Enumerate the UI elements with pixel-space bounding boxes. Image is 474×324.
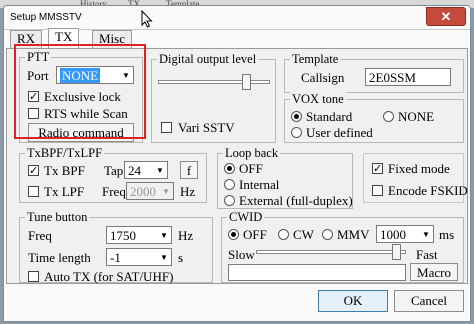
cwid-speed-select[interactable]: 1000 ▼ — [376, 225, 434, 243]
chevron-down-icon: ▼ — [157, 249, 171, 265]
close-icon: ✕ — [440, 9, 452, 24]
tx-bpf-checkbox[interactable]: ✓ — [28, 165, 39, 176]
cwid-cw-label: CW — [293, 227, 314, 242]
tx-bpf-label: Tx BPF — [44, 163, 85, 178]
bpf-lpf-title: TxBPF/TxLPF — [25, 146, 105, 160]
cwid-speed-slider-thumb[interactable] — [392, 244, 401, 260]
vari-sstv-checkbox[interactable] — [161, 122, 172, 133]
vox-none-radio[interactable] — [383, 111, 394, 122]
cwid-off-label: OFF — [243, 227, 267, 242]
loopback-internal-radio[interactable] — [224, 179, 235, 190]
loopback-internal-label: Internal — [239, 177, 280, 192]
cwid-text-input[interactable] — [228, 264, 406, 281]
time-length-select[interactable]: -1 ▼ — [106, 248, 172, 266]
chevron-down-icon: ▼ — [153, 162, 167, 178]
cwid-speed-slider[interactable] — [256, 244, 406, 260]
template-title: Template — [290, 52, 341, 66]
bpf-lpf-group: TxBPF/TxLPF ✓ Tx BPF Tap 24 ▼ f Tx LPF F… — [19, 146, 207, 203]
bpf-f-button[interactable]: f — [180, 161, 198, 179]
loopback-external-radio[interactable] — [224, 195, 235, 206]
tx-lpf-label: Tx LPF — [44, 184, 85, 199]
loopback-off-radio[interactable] — [224, 163, 235, 174]
template-group: Template Callsign 2E0SSM — [284, 52, 464, 93]
cwid-slow-label: Slow — [228, 247, 255, 262]
cwid-fast-label: Fast — [416, 247, 438, 262]
cwid-group: CWID OFF CW MMV 1000 ▼ ms Slow Fast Macr… — [221, 210, 464, 283]
digital-output-title: Digital output level — [157, 52, 259, 66]
tune-freq-select[interactable]: 1750 ▼ — [106, 226, 172, 244]
vox-none-label: NONE — [398, 109, 435, 124]
tap-label: Tap — [104, 163, 124, 178]
tune-freq-label: Freq — [28, 228, 52, 243]
cwid-title: CWID — [227, 210, 265, 224]
tx-lpf-checkbox[interactable] — [28, 186, 39, 197]
tune-hz-label: Hz — [178, 228, 194, 243]
lpf-freq-select[interactable]: 2000 ▼ — [126, 182, 174, 200]
vox-standard-label: Standard — [306, 109, 353, 124]
vox-standard-radio[interactable] — [291, 111, 302, 122]
tune-button-title: Tune button — [25, 210, 90, 224]
digital-output-group: Digital output level Vari SSTV — [151, 52, 276, 143]
lpf-hz-label: Hz — [180, 184, 196, 199]
cwid-speed-slider-track — [256, 250, 406, 254]
mouse-pointer-icon — [141, 10, 153, 28]
tap-select[interactable]: 24 ▼ — [124, 161, 168, 179]
cwid-speed-value: 1000 — [380, 227, 406, 242]
vox-tone-title: VOX tone — [290, 92, 346, 106]
close-button[interactable]: ✕ — [426, 7, 466, 26]
loopback-off-label: OFF — [239, 161, 263, 176]
callsign-label: Callsign — [301, 70, 345, 85]
callsign-input[interactable]: 2E0SSM — [365, 68, 451, 86]
vox-user-defined-label: User defined — [306, 125, 373, 140]
digital-output-slider-track — [158, 80, 270, 84]
cwid-mmv-radio[interactable] — [322, 229, 333, 240]
fixed-mode-checkbox[interactable]: ✓ — [372, 163, 383, 174]
time-length-label: Time length — [28, 250, 91, 265]
chevron-down-icon: ▼ — [419, 226, 433, 242]
lpf-freq-label: Freq — [102, 184, 126, 199]
cwid-cw-radio[interactable] — [278, 229, 289, 240]
fixed-mode-label: Fixed mode — [388, 161, 450, 176]
vox-user-defined-radio[interactable] — [291, 127, 302, 138]
ok-button[interactable]: OK — [318, 290, 388, 312]
chevron-down-icon: ▼ — [159, 183, 173, 199]
ptt-highlight-box — [14, 44, 146, 139]
loopback-external-label: External (full-duplex) — [239, 193, 353, 208]
title-bar[interactable]: Setup MMSSTV ✕ — [4, 6, 470, 30]
mode-options-group: ✓ Fixed mode Encode FSKID — [363, 153, 468, 203]
time-length-value: -1 — [110, 250, 121, 265]
time-length-unit: s — [178, 250, 184, 265]
tune-freq-value: 1750 — [110, 228, 136, 243]
cwid-ms-label: ms — [439, 227, 455, 242]
lpf-freq-value: 2000 — [130, 184, 156, 199]
vari-sstv-label: Vari SSTV — [178, 120, 235, 135]
digital-output-slider[interactable] — [158, 74, 270, 90]
loopback-group: Loop back OFF Internal External (full-du… — [217, 146, 353, 209]
loopback-title: Loop back — [223, 146, 281, 160]
cancel-button[interactable]: Cancel — [394, 290, 464, 312]
window-title: Setup MMSSTV — [10, 12, 82, 23]
tap-value: 24 — [128, 163, 141, 178]
auto-tx-label: Auto TX (for SAT/UHF) — [44, 269, 174, 284]
cwid-mmv-label: MMV — [337, 227, 370, 242]
cwid-off-radio[interactable] — [228, 229, 239, 240]
digital-output-slider-thumb[interactable] — [242, 74, 251, 90]
auto-tx-checkbox[interactable] — [28, 271, 39, 282]
tune-button-group: Tune button Freq 1750 ▼ Hz Time length -… — [19, 210, 213, 284]
encode-fskid-checkbox[interactable] — [372, 185, 383, 196]
chevron-down-icon: ▼ — [157, 227, 171, 243]
macro-button[interactable]: Macro — [410, 263, 458, 281]
vox-tone-group: VOX tone Standard NONE User defined — [284, 92, 464, 143]
encode-fskid-label: Encode FSKID — [388, 183, 468, 198]
